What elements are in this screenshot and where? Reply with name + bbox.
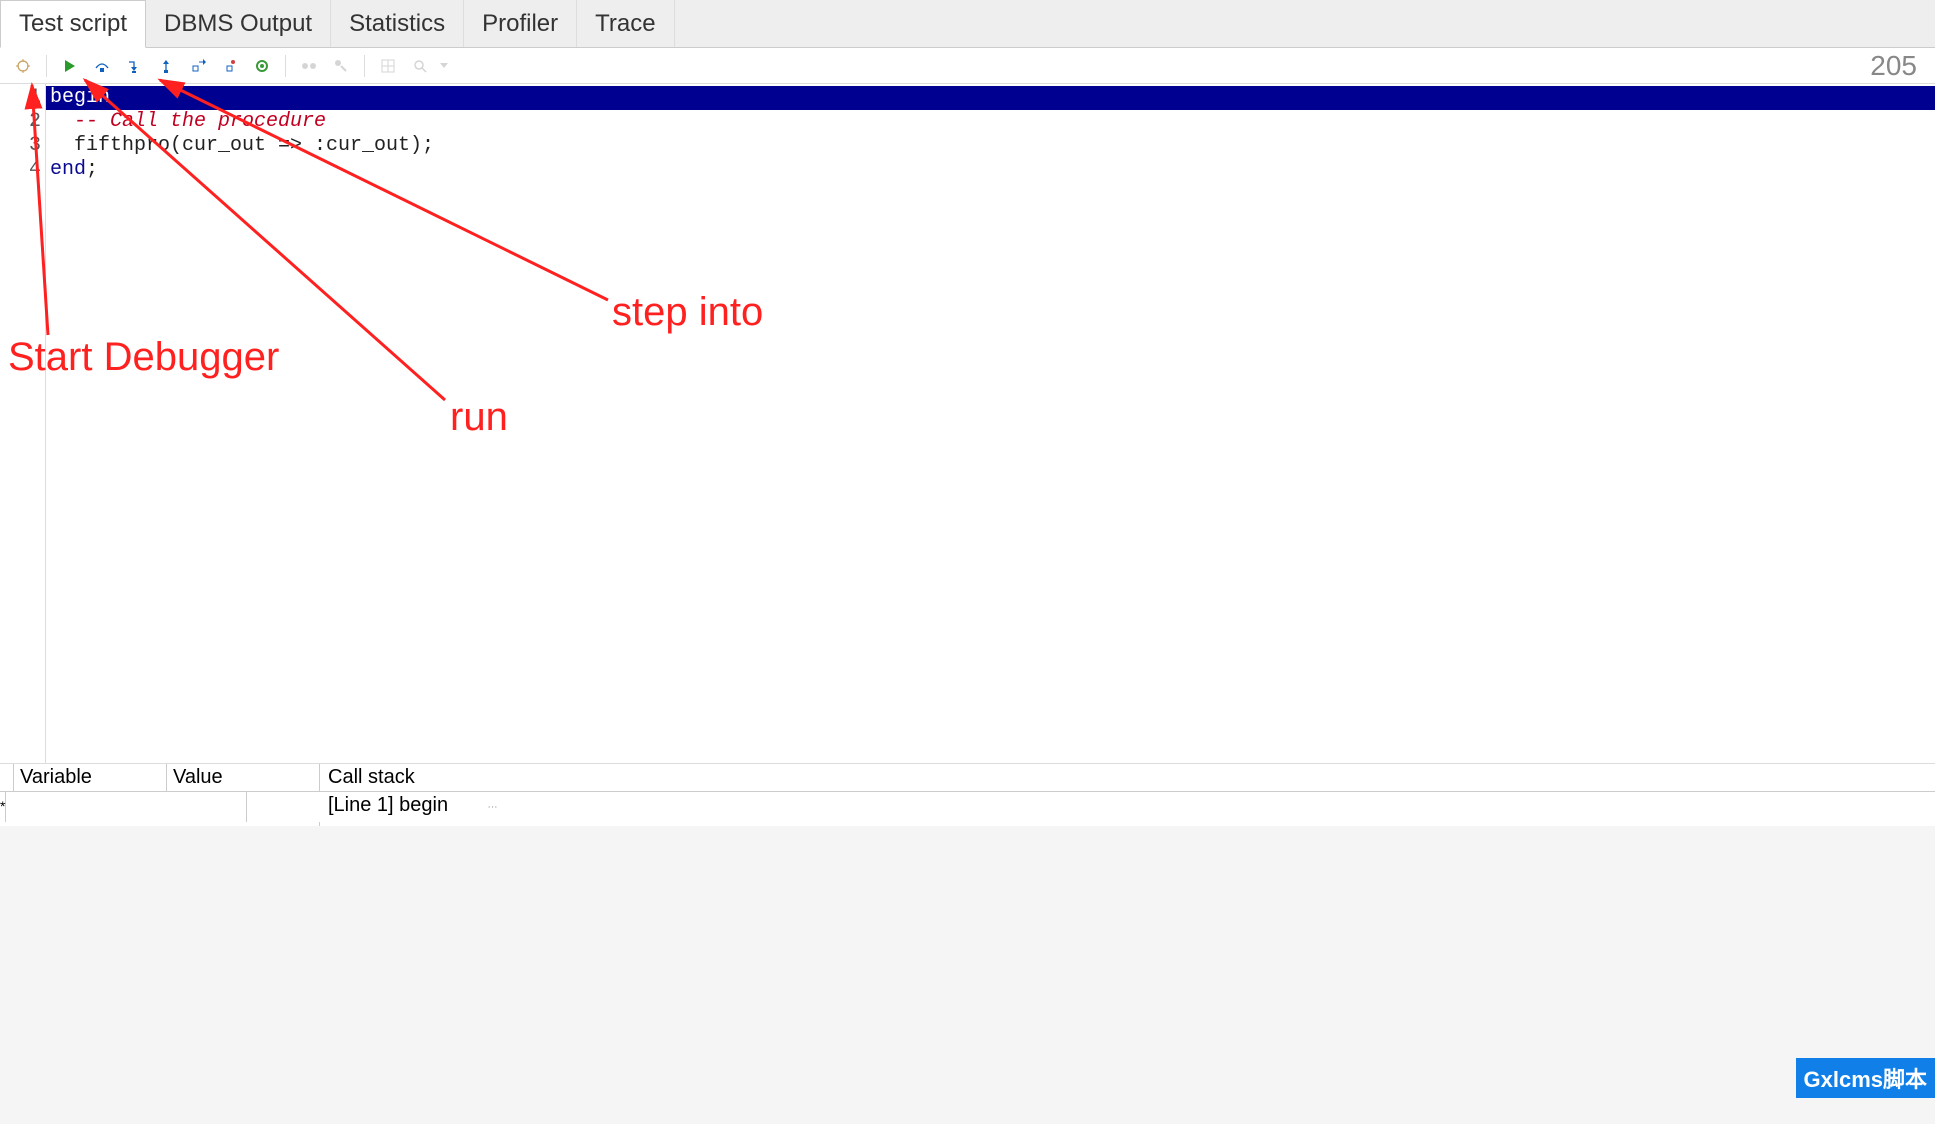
tab-profiler[interactable]: Profiler bbox=[464, 0, 577, 47]
call-stack-item[interactable]: [Line 1] begin bbox=[320, 792, 1935, 819]
code-token: end bbox=[50, 158, 86, 181]
start-debugger-button[interactable] bbox=[8, 52, 38, 80]
gear-icon bbox=[255, 59, 269, 73]
breakpoint-toggle-icon bbox=[301, 60, 317, 72]
tab-label: Trace bbox=[595, 10, 655, 38]
toggle-breakpoint-button[interactable] bbox=[294, 52, 324, 80]
step-out-button[interactable] bbox=[151, 52, 181, 80]
grid-button[interactable] bbox=[373, 52, 403, 80]
toolbar-separator bbox=[364, 55, 365, 77]
row-selector-header bbox=[0, 764, 14, 791]
tab-trace[interactable]: Trace bbox=[577, 0, 674, 47]
code-area[interactable]: begin -- Call the procedure fifthpro(cur… bbox=[46, 84, 1935, 763]
variables-row: * ⋯ bbox=[0, 792, 319, 822]
variable-column-header[interactable]: Variable bbox=[14, 764, 167, 791]
tab-dbms-output[interactable]: DBMS Output bbox=[146, 0, 331, 47]
search-button[interactable] bbox=[405, 52, 435, 80]
bug-icon bbox=[15, 58, 31, 74]
code-editor[interactable]: 1 2 3 4 begin -- Call the procedure fift… bbox=[0, 84, 1935, 764]
modify-breakpoint-button[interactable] bbox=[326, 52, 356, 80]
code-token: -- Call the procedure bbox=[74, 110, 326, 133]
grid-icon bbox=[381, 59, 395, 73]
variables-header: Variable Value bbox=[0, 764, 319, 792]
breakpoint-modify-icon bbox=[333, 58, 349, 74]
chevron-down-icon bbox=[440, 62, 448, 70]
run-to-cursor-icon bbox=[190, 58, 206, 74]
line-counter: 205 bbox=[1870, 50, 1927, 82]
search-dropdown-button[interactable] bbox=[437, 52, 451, 80]
tab-test-script[interactable]: Test script bbox=[0, 0, 146, 48]
tab-label: DBMS Output bbox=[164, 10, 312, 38]
value-column-header[interactable]: Value bbox=[167, 764, 319, 791]
search-icon bbox=[413, 59, 427, 73]
play-icon bbox=[63, 59, 77, 73]
code-line[interactable]: begin bbox=[46, 86, 1935, 110]
debug-toolbar: 205 bbox=[0, 48, 1935, 84]
code-token: fifthpro(cur_out => :cur_out); bbox=[50, 134, 434, 157]
run-button[interactable] bbox=[55, 52, 85, 80]
code-token: begin bbox=[50, 86, 110, 109]
gutter: 1 2 3 4 bbox=[0, 84, 46, 763]
line-number: 4 bbox=[0, 158, 41, 182]
step-out-icon bbox=[158, 58, 174, 74]
code-token: ; bbox=[86, 158, 98, 181]
code-token bbox=[50, 110, 74, 133]
toolbar-separator bbox=[285, 55, 286, 77]
step-over-icon bbox=[94, 58, 110, 74]
step-over-button[interactable] bbox=[87, 52, 117, 80]
run-to-cursor-button[interactable] bbox=[183, 52, 213, 80]
variable-name-input[interactable] bbox=[6, 792, 247, 822]
settings-button[interactable] bbox=[247, 52, 277, 80]
variables-panel: Variable Value * ⋯ bbox=[0, 764, 320, 826]
tab-bar: Test script DBMS Output Statistics Profi… bbox=[0, 0, 1935, 48]
code-line[interactable]: end; bbox=[46, 158, 1935, 182]
bottom-panels: Variable Value * ⋯ Call stack [Line 1] b… bbox=[0, 764, 1935, 826]
code-line[interactable]: fifthpro(cur_out => :cur_out); bbox=[46, 134, 1935, 158]
line-number: 3 bbox=[0, 134, 41, 158]
tab-label: Statistics bbox=[349, 10, 445, 38]
tab-label: Test script bbox=[19, 10, 127, 38]
run-to-exception-button[interactable] bbox=[215, 52, 245, 80]
run-to-exception-icon bbox=[222, 58, 238, 74]
code-line[interactable]: -- Call the procedure bbox=[46, 110, 1935, 134]
tab-label: Profiler bbox=[482, 10, 558, 38]
toolbar-separator bbox=[46, 55, 47, 77]
tab-statistics[interactable]: Statistics bbox=[331, 0, 464, 47]
step-into-icon bbox=[126, 58, 142, 74]
line-number: 2 bbox=[0, 110, 41, 134]
call-stack-panel: Call stack [Line 1] begin bbox=[320, 764, 1935, 826]
watermark: Gxlcms脚本 bbox=[1796, 1058, 1935, 1098]
line-number: 1 bbox=[0, 86, 41, 110]
step-into-button[interactable] bbox=[119, 52, 149, 80]
call-stack-header: Call stack bbox=[320, 764, 1935, 792]
